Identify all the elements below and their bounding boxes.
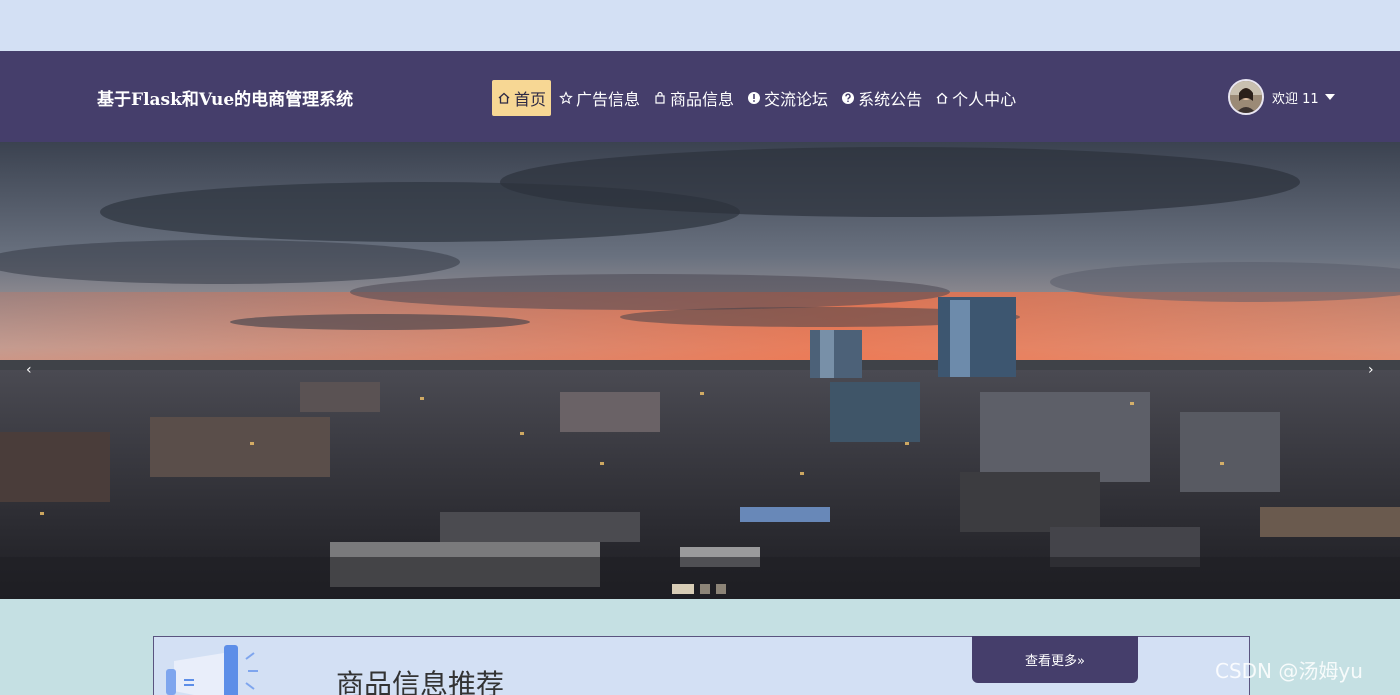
nav-item-products[interactable]: 商品信息 — [648, 80, 739, 116]
carousel-next-arrow[interactable]: › — [1368, 362, 1374, 378]
home-icon — [935, 91, 949, 105]
nav-label: 系统公告 — [858, 90, 923, 109]
nav-label: 交流论坛 — [764, 90, 829, 109]
carousel-prev-arrow[interactable]: ‹ — [26, 362, 32, 378]
carousel-dot-1[interactable] — [672, 584, 694, 594]
star-icon — [559, 91, 573, 105]
nav-label: 首页 — [514, 90, 547, 109]
carousel-indicators — [672, 584, 726, 594]
top-strip — [0, 0, 1400, 51]
main-nav: 首页 广告信息 商品信息 交流论坛 系统公告 个人中心 — [492, 80, 1024, 116]
carousel-dot-2[interactable] — [700, 584, 710, 594]
watermark: CSDN @汤姆yu — [1215, 659, 1363, 683]
home-icon — [497, 91, 511, 105]
info-icon — [747, 91, 761, 105]
site-title: 基于Flask和Vue的电商管理系统 — [97, 90, 354, 110]
hero-carousel[interactable]: ‹ › — [0, 142, 1400, 599]
nav-item-notices[interactable]: 系统公告 — [836, 80, 927, 116]
view-more-button[interactable]: 查看更多» — [972, 636, 1138, 683]
section-title: 商品信息推荐 — [336, 668, 505, 695]
product-recommend-section: 商品信息推荐 查看更多» — [153, 636, 1250, 695]
megaphone-icon — [166, 645, 258, 695]
city-skyline-image — [0, 142, 1400, 599]
nav-label: 个人中心 — [952, 90, 1017, 109]
nav-item-home[interactable]: 首页 — [492, 80, 552, 116]
nav-item-profile[interactable]: 个人中心 — [930, 80, 1021, 116]
avatar — [1228, 79, 1264, 115]
navbar: 基于Flask和Vue的电商管理系统 首页 广告信息 商品信息 交流论坛 系统公… — [0, 51, 1400, 142]
nav-item-ads[interactable]: 广告信息 — [554, 80, 645, 116]
bag-icon — [653, 91, 667, 105]
carousel-dot-3[interactable] — [716, 584, 726, 594]
nav-label: 商品信息 — [670, 90, 735, 109]
user-greeting: 欢迎 11 — [1272, 91, 1319, 107]
user-menu[interactable]: 欢迎 11 — [1228, 79, 1335, 115]
caret-down-icon — [1324, 94, 1335, 100]
nav-item-forum[interactable]: 交流论坛 — [742, 80, 833, 116]
nav-label: 广告信息 — [576, 90, 641, 109]
question-icon — [841, 91, 855, 105]
